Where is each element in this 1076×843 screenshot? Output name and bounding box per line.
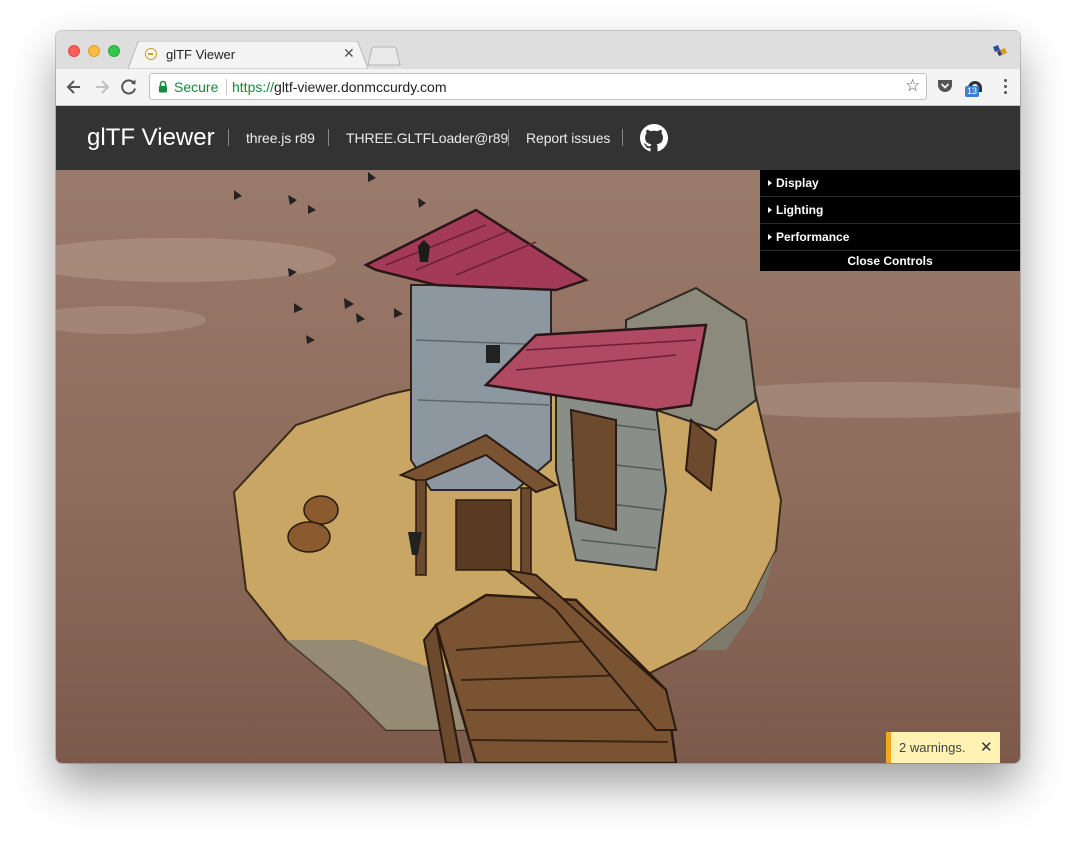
url-scheme: https:// bbox=[232, 79, 275, 95]
reload-icon[interactable] bbox=[119, 77, 139, 97]
github-icon[interactable] bbox=[640, 124, 668, 152]
url-text[interactable]: https://gltf-viewer.donmccurdy.com bbox=[232, 79, 447, 95]
warnings-toast: 2 warnings. ✕ bbox=[886, 732, 1000, 763]
warnings-message[interactable]: 2 warnings. bbox=[899, 740, 965, 755]
browser-menu-icon[interactable] bbox=[998, 77, 1014, 97]
header-divider bbox=[228, 129, 229, 146]
url-host: gltf-viewer.donmccurdy.com bbox=[274, 79, 447, 95]
close-window-button[interactable] bbox=[68, 45, 80, 57]
folder-display[interactable]: Display bbox=[760, 170, 1020, 197]
pocket-icon[interactable] bbox=[936, 78, 954, 94]
folder-performance[interactable]: Performance bbox=[760, 224, 1020, 251]
header-divider bbox=[508, 129, 509, 146]
browser-toolbar: Secure https://gltf-viewer.donmccurdy.co… bbox=[56, 69, 1020, 106]
tab-strip: glTF Viewer ✕ bbox=[56, 31, 1020, 69]
secure-label: Secure bbox=[174, 79, 219, 95]
active-tab[interactable] bbox=[128, 41, 368, 69]
new-tab-button[interactable] bbox=[366, 46, 402, 66]
header-divider bbox=[328, 129, 329, 146]
omnibox-divider bbox=[226, 79, 227, 95]
back-arrow-icon[interactable] bbox=[64, 77, 84, 97]
gltfloader-version-link[interactable]: THREE.GLTFLoader@r89 bbox=[346, 130, 508, 146]
browser-window: glTF Viewer ✕ Secure https://gltf-viewer… bbox=[56, 31, 1020, 763]
bookmark-star-icon[interactable]: ☆ bbox=[905, 77, 920, 95]
report-issues-link[interactable]: Report issues bbox=[526, 130, 610, 146]
controls-panel: Display Lighting Performance Close Contr… bbox=[760, 170, 1020, 271]
minimize-window-button[interactable] bbox=[88, 45, 100, 57]
zoom-window-button[interactable] bbox=[108, 45, 120, 57]
forward-arrow-icon[interactable] bbox=[92, 77, 112, 97]
close-controls-button[interactable]: Close Controls bbox=[760, 251, 1020, 271]
address-bar[interactable]: Secure https://gltf-viewer.donmccurdy.co… bbox=[149, 73, 927, 100]
profile-icon[interactable] bbox=[991, 43, 1009, 57]
toast-close-icon[interactable]: ✕ bbox=[980, 738, 993, 756]
app-header: glTF Viewer three.js r89 THREE.GLTFLoade… bbox=[56, 106, 1020, 170]
lock-icon bbox=[159, 80, 167, 93]
favicon-icon bbox=[145, 48, 157, 60]
folder-lighting[interactable]: Lighting bbox=[760, 197, 1020, 224]
app-title: glTF Viewer bbox=[87, 124, 215, 151]
tab-title: glTF Viewer bbox=[166, 47, 236, 62]
extension-badge: 13 bbox=[965, 86, 980, 97]
header-divider bbox=[622, 129, 623, 146]
threejs-version-link[interactable]: three.js r89 bbox=[246, 130, 315, 146]
tab-close-icon[interactable]: ✕ bbox=[343, 45, 355, 61]
